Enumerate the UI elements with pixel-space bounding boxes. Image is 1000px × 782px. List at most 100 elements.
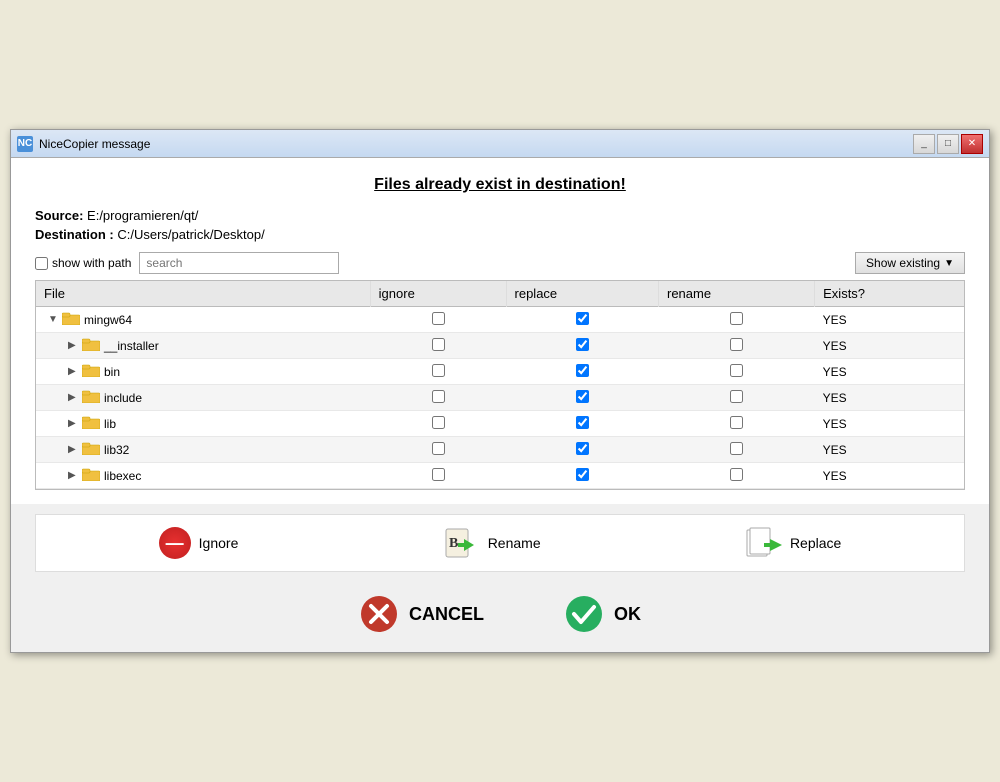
- file-name: include: [104, 391, 142, 405]
- file-name: __installer: [104, 339, 159, 353]
- rename-checkbox[interactable]: [730, 338, 743, 351]
- file-table: File ignore replace rename Exists? ▼ min…: [36, 281, 964, 489]
- ok-label: OK: [614, 604, 641, 625]
- ignore-cell: [370, 385, 506, 411]
- rename-cell: [658, 359, 814, 385]
- table-row: ▶ bin YES: [36, 359, 964, 385]
- dropdown-arrow-icon: ▼: [944, 258, 954, 269]
- ignore-cell: [370, 307, 506, 333]
- destination-value: C:/Users/patrick/Desktop/: [117, 227, 264, 242]
- show-with-path-label[interactable]: show with path: [35, 256, 131, 270]
- folder-icon: [62, 311, 80, 328]
- table-row: ▶ __installer YES: [36, 333, 964, 359]
- rename-cell: [658, 437, 814, 463]
- ignore-cell: [370, 463, 506, 489]
- file-table-scroll[interactable]: File ignore replace rename Exists? ▼ min…: [36, 281, 964, 489]
- folder-icon: [82, 441, 100, 458]
- col-ignore: ignore: [370, 281, 506, 307]
- ignore-cell: [370, 437, 506, 463]
- expand-arrow-icon[interactable]: ▼: [48, 314, 58, 325]
- rename-action[interactable]: B Rename: [444, 525, 541, 561]
- expand-arrow-icon[interactable]: ▶: [68, 444, 78, 455]
- cancel-button[interactable]: CANCEL: [339, 586, 504, 642]
- minimize-button[interactable]: _: [913, 134, 935, 154]
- rename-checkbox[interactable]: [730, 468, 743, 481]
- folder-icon: [82, 415, 100, 432]
- folder-icon: [82, 363, 100, 380]
- expand-arrow-icon[interactable]: ▶: [68, 340, 78, 351]
- action-icons-row: — Ignore B Rename: [35, 514, 965, 572]
- replace-action[interactable]: Replace: [746, 525, 841, 561]
- file-name-cell: ▶ lib32: [36, 437, 370, 463]
- replace-label: Replace: [790, 535, 841, 551]
- replace-checkbox[interactable]: [576, 312, 589, 325]
- replace-checkbox[interactable]: [576, 468, 589, 481]
- table-row: ▶ lib YES: [36, 411, 964, 437]
- ok-button[interactable]: OK: [544, 586, 661, 642]
- window-title: NiceCopier message: [39, 137, 150, 151]
- title-bar-left: NC NiceCopier message: [17, 136, 150, 152]
- ignore-checkbox[interactable]: [432, 390, 445, 403]
- close-button[interactable]: ✕: [961, 134, 983, 154]
- ignore-checkbox[interactable]: [432, 312, 445, 325]
- ignore-icon: —: [159, 527, 191, 559]
- rename-checkbox[interactable]: [730, 390, 743, 403]
- show-existing-button[interactable]: Show existing ▼: [855, 252, 965, 274]
- rename-icon: B: [444, 525, 480, 561]
- table-row: ▼ mingw64 YES: [36, 307, 964, 333]
- cancel-icon: [359, 594, 399, 634]
- rename-checkbox[interactable]: [730, 312, 743, 325]
- replace-cell: [506, 385, 658, 411]
- maximize-button[interactable]: □: [937, 134, 959, 154]
- exists-cell: YES: [815, 437, 964, 463]
- ok-icon: [564, 594, 604, 634]
- ignore-checkbox[interactable]: [432, 338, 445, 351]
- file-name: mingw64: [84, 313, 132, 327]
- file-name-cell: ▶ libexec: [36, 463, 370, 489]
- file-name: libexec: [104, 469, 141, 483]
- replace-checkbox[interactable]: [576, 364, 589, 377]
- footer-button-row: CANCEL OK: [35, 586, 965, 642]
- ignore-checkbox[interactable]: [432, 416, 445, 429]
- file-name-cell: ▶ lib: [36, 411, 370, 437]
- col-file: File: [36, 281, 370, 307]
- col-exists: Exists?: [815, 281, 964, 307]
- replace-cell: [506, 411, 658, 437]
- replace-checkbox[interactable]: [576, 416, 589, 429]
- ignore-action[interactable]: — Ignore: [159, 527, 239, 559]
- ignore-cell: [370, 333, 506, 359]
- replace-cell: [506, 359, 658, 385]
- expand-arrow-icon[interactable]: ▶: [68, 366, 78, 377]
- file-name: lib32: [104, 443, 129, 457]
- replace-checkbox[interactable]: [576, 390, 589, 403]
- ignore-checkbox[interactable]: [432, 468, 445, 481]
- expand-arrow-icon[interactable]: ▶: [68, 418, 78, 429]
- expand-arrow-icon[interactable]: ▶: [68, 392, 78, 403]
- search-input[interactable]: [139, 252, 339, 274]
- replace-checkbox[interactable]: [576, 338, 589, 351]
- exists-cell: YES: [815, 463, 964, 489]
- rename-checkbox[interactable]: [730, 442, 743, 455]
- title-bar-controls: _ □ ✕: [913, 134, 983, 154]
- ignore-checkbox[interactable]: [432, 442, 445, 455]
- replace-checkbox[interactable]: [576, 442, 589, 455]
- replace-cell: [506, 333, 658, 359]
- bottom-section: — Ignore B Rename: [11, 504, 989, 652]
- show-with-path-checkbox[interactable]: [35, 257, 48, 270]
- rename-cell: [658, 307, 814, 333]
- replace-icon: [746, 525, 782, 561]
- replace-cell: [506, 437, 658, 463]
- destination-row: Destination : C:/Users/patrick/Desktop/: [35, 227, 965, 242]
- show-existing-label: Show existing: [866, 256, 940, 270]
- ignore-checkbox[interactable]: [432, 364, 445, 377]
- expand-arrow-icon[interactable]: ▶: [68, 470, 78, 481]
- exists-cell: YES: [815, 307, 964, 333]
- exists-cell: YES: [815, 385, 964, 411]
- rename-checkbox[interactable]: [730, 364, 743, 377]
- col-replace: replace: [506, 281, 658, 307]
- table-body: ▼ mingw64 YES ▶ __installer: [36, 307, 964, 489]
- table-header: File ignore replace rename Exists?: [36, 281, 964, 307]
- rename-checkbox[interactable]: [730, 416, 743, 429]
- title-bar: NC NiceCopier message _ □ ✕: [11, 130, 989, 158]
- file-name-cell: ▼ mingw64: [36, 307, 370, 333]
